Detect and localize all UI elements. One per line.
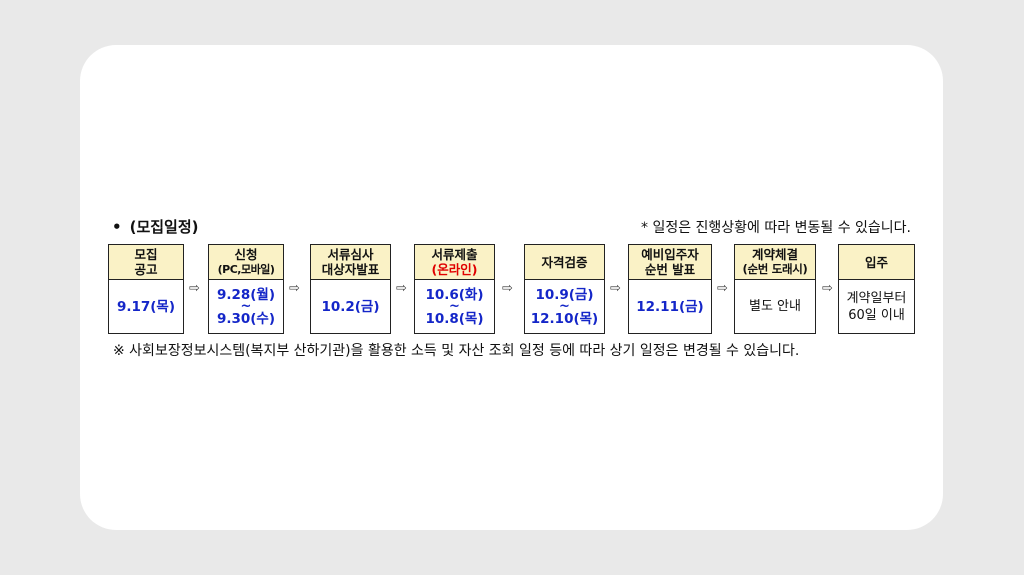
step-title: 서류제출 [431,247,478,262]
step-header: 서류심사 대상자발표 [311,245,390,280]
move-in-line-2: 60일 이내 [848,307,905,323]
range-tilde: ~ [449,298,460,314]
step-date: 별도 안내 [735,280,815,333]
step-title: 모집 [134,247,158,262]
schedule-change-note: * 일정은 진행상황에 따라 변동될 수 있습니다. [641,220,911,236]
step-date: 10.9(금) ~ 12.10(목) [525,280,604,333]
step-title: 입주 [864,254,888,270]
step-header: 모집 공고 [109,245,183,280]
heading-text: (모집일정) [129,218,199,236]
separate-notice-text: 별도 안내 [749,298,801,314]
income-asset-check-note: ※ 사회보장정보시스템(복지부 산하기관)을 활용한 소득 및 자산 조회 일정… [113,343,800,359]
online-label: (온라인) [431,262,478,277]
step-move-in: 입주 계약일부터 60일 이내 [838,244,915,334]
step-header: 예비입주자 순번 발표 [629,245,711,280]
arrow-icon: ⇨ [396,281,407,296]
step-title-sub: 대상자발표 [321,262,380,277]
step-date: 10.6(화) ~ 10.8(목) [415,280,494,333]
step-date: 계약일부터 60일 이내 [839,280,914,333]
step-date: 9.28(월) ~ 9.30(수) [209,280,283,333]
date-value: 10.2(금) [321,298,380,315]
step-header: 서류제출 (온라인) [415,245,494,280]
step-title: 예비입주자 [641,247,699,262]
step-header: 입주 [839,245,914,280]
step-title: 자격검증 [541,254,588,270]
date-end: 9.30(수) [216,310,276,327]
bullet-icon: • [112,218,122,236]
step-title-sub: (순번 도래시) [742,262,808,276]
step-date: 10.2(금) [311,280,390,333]
step-title-sub: (PC,모바일) [217,263,275,276]
arrow-icon: ⇨ [189,281,200,296]
arrow-icon: ⇨ [822,281,833,296]
date-value: 12.11(금) [636,298,704,315]
step-title: 계약체결 [751,247,798,262]
step-title-sub: 순번 발표 [644,262,696,277]
step-contract-signing: 계약체결 (순번 도래시) 별도 안내 [734,244,816,334]
arrow-icon: ⇨ [717,281,728,296]
range-tilde: ~ [559,298,570,314]
step-waitlist-announcement: 예비입주자 순번 발표 12.11(금) [628,244,712,334]
step-date: 9.17(목) [109,280,183,333]
step-document-review-announcement: 서류심사 대상자발표 10.2(금) [310,244,391,334]
step-eligibility-verification: 자격검증 10.9(금) ~ 12.10(목) [524,244,605,334]
arrow-icon: ⇨ [610,281,621,296]
step-header: 신청 (PC,모바일) [209,245,283,280]
step-date: 12.11(금) [629,280,711,333]
step-title: 신청 [234,247,258,262]
step-recruitment-notice: 모집 공고 9.17(목) [108,244,184,334]
step-title-sub: 공고 [134,262,158,277]
step-document-submission: 서류제출 (온라인) 10.6(화) ~ 10.8(목) [414,244,495,334]
range-tilde: ~ [240,298,252,314]
arrow-icon: ⇨ [289,281,300,296]
date-value: 9.17(목) [116,298,176,315]
date-end: 12.10(목) [530,310,599,327]
step-title: 서류심사 [327,247,374,262]
section-heading: • (모집일정) [112,216,199,237]
date-end: 10.8(목) [425,310,484,327]
step-header: 자격검증 [525,245,604,280]
step-header: 계약체결 (순번 도래시) [735,245,815,280]
step-application: 신청 (PC,모바일) 9.28(월) ~ 9.30(수) [208,244,284,334]
arrow-icon: ⇨ [502,281,513,296]
move-in-line-1: 계약일부터 [846,290,907,306]
